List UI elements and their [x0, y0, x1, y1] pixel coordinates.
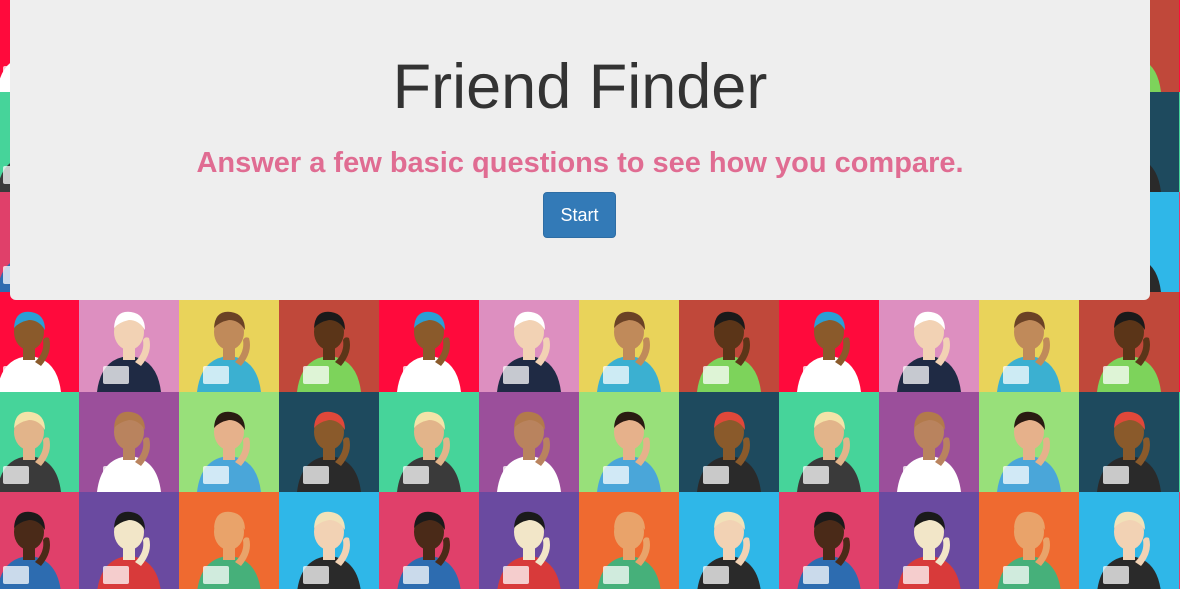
avatar-tile — [179, 392, 279, 492]
avatar-tile — [79, 392, 179, 492]
avatar-tile — [479, 292, 579, 392]
avatar-tile — [0, 392, 79, 492]
avatar-tile — [679, 292, 779, 392]
page-subtitle: Answer a few basic questions to see how … — [196, 147, 964, 179]
avatar-tile — [679, 392, 779, 492]
avatar-tile — [879, 392, 979, 492]
avatar-tile — [79, 492, 179, 589]
avatar-tile — [779, 292, 879, 392]
avatar-tile — [379, 292, 479, 392]
avatar-tile — [679, 492, 779, 589]
avatar-tile — [1079, 392, 1179, 492]
avatar-tile — [879, 292, 979, 392]
avatar-tile — [579, 392, 679, 492]
avatar-tile — [1079, 292, 1179, 392]
avatar-tile — [0, 292, 79, 392]
avatar-tile — [579, 492, 679, 589]
avatar-tile — [179, 492, 279, 589]
avatar-tile — [1079, 492, 1179, 589]
avatar-tile — [279, 392, 379, 492]
avatar-tile — [0, 492, 79, 589]
avatar-tile — [979, 492, 1079, 589]
avatar-tile — [979, 392, 1079, 492]
avatar-tile — [279, 292, 379, 392]
avatar-tile — [179, 292, 279, 392]
avatar-tile — [379, 492, 479, 589]
start-button[interactable]: Start — [543, 192, 616, 238]
page-title: Friend Finder — [392, 52, 768, 122]
avatar-tile — [779, 392, 879, 492]
avatar-tile — [779, 492, 879, 589]
avatar-tile — [379, 392, 479, 492]
avatar-tile — [979, 292, 1079, 392]
avatar-tile — [879, 492, 979, 589]
avatar-tile — [479, 392, 579, 492]
avatar-tile — [79, 292, 179, 392]
jumbotron-panel: Friend Finder Answer a few basic questio… — [10, 0, 1150, 300]
avatar-tile — [479, 492, 579, 589]
avatar-tile — [279, 492, 379, 589]
avatar-tile — [579, 292, 679, 392]
